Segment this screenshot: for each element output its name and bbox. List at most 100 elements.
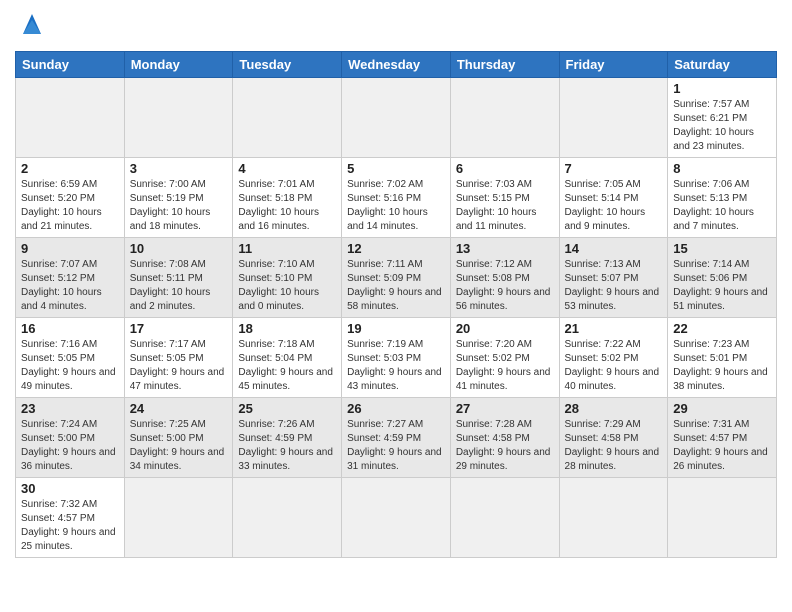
day-info: Sunrise: 7:10 AM Sunset: 5:10 PM Dayligh… [238,258,336,314]
day-info: Sunrise: 7:29 AM Sunset: 4:58 PM Dayligh… [565,418,663,474]
calendar-cell: 4 Sunrise: 7:01 AM Sunset: 5:18 PM Daylig… [233,158,342,238]
calendar-cell [233,478,342,558]
header-day: Sunday [16,52,125,78]
calendar-cell: 19Sunrise: 7:19 AM Sunset: 5:03 PM Dayli… [342,318,451,398]
day-info: Sunrise: 7:26 AM Sunset: 4:59 PM Dayligh… [238,418,336,474]
calendar-table: SundayMondayTuesdayWednesdayThursdayFrid… [15,51,777,558]
calendar-cell: 9 Sunrise: 7:07 AM Sunset: 5:12 PM Daylig… [16,238,125,318]
day-number: 3 [130,161,228,176]
day-info: Sunrise: 7:05 AM Sunset: 5:14 PM Dayligh… [565,178,663,234]
day-info: Sunrise: 7:31 AM Sunset: 4:57 PM Dayligh… [673,418,771,474]
day-info: Sunrise: 7:02 AM Sunset: 5:16 PM Dayligh… [347,178,445,234]
header-row: SundayMondayTuesdayWednesdayThursdayFrid… [16,52,777,78]
day-number: 23 [21,401,119,416]
calendar-cell [342,478,451,558]
calendar-cell: 7 Sunrise: 7:05 AM Sunset: 5:14 PM Daylig… [559,158,668,238]
day-info: Sunrise: 7:20 AM Sunset: 5:02 PM Dayligh… [456,338,554,394]
calendar-row: 2 Sunrise: 6:59 AM Sunset: 5:20 PM Daylig… [16,158,777,238]
calendar-cell [559,78,668,158]
day-number: 2 [21,161,119,176]
calendar-cell: 13 Sunrise: 7:12 AM Sunset: 5:08 PM Dayli… [450,238,559,318]
day-number: 6 [456,161,554,176]
day-info: Sunrise: 7:19 AM Sunset: 5:03 PM Dayligh… [347,338,445,394]
calendar-cell: 22Sunrise: 7:23 AM Sunset: 5:01 PM Dayli… [668,318,777,398]
day-info: Sunrise: 7:12 AM Sunset: 5:08 PM Dayligh… [456,258,554,314]
calendar-cell: 21Sunrise: 7:22 AM Sunset: 5:02 PM Dayli… [559,318,668,398]
day-number: 4 [238,161,336,176]
day-number: 29 [673,401,771,416]
day-info: Sunrise: 7:32 AM Sunset: 4:57 PM Dayligh… [21,498,119,554]
day-number: 30 [21,481,119,496]
day-info: Sunrise: 7:16 AM Sunset: 5:05 PM Dayligh… [21,338,119,394]
day-number: 14 [565,241,663,256]
day-info: Sunrise: 7:27 AM Sunset: 4:59 PM Dayligh… [347,418,445,474]
day-info: Sunrise: 7:00 AM Sunset: 5:19 PM Dayligh… [130,178,228,234]
header [15,10,777,43]
calendar-cell: 15Sunrise: 7:14 AM Sunset: 5:06 PM Dayli… [668,238,777,318]
calendar-cell: 1 Sunrise: 7:57 AM Sunset: 6:21 PM Daylig… [668,78,777,158]
day-number: 28 [565,401,663,416]
calendar-cell: 2 Sunrise: 6:59 AM Sunset: 5:20 PM Daylig… [16,158,125,238]
calendar-cell: 28 Sunrise: 7:29 AM Sunset: 4:58 PM Dayli… [559,398,668,478]
day-info: Sunrise: 7:08 AM Sunset: 5:11 PM Dayligh… [130,258,228,314]
header-day: Friday [559,52,668,78]
calendar-cell: 20 Sunrise: 7:20 AM Sunset: 5:02 PM Dayli… [450,318,559,398]
calendar-cell: 11 Sunrise: 7:10 AM Sunset: 5:10 PM Dayli… [233,238,342,318]
day-number: 26 [347,401,445,416]
day-number: 13 [456,241,554,256]
day-number: 1 [673,81,771,96]
calendar-cell: 25Sunrise: 7:26 AM Sunset: 4:59 PM Dayli… [233,398,342,478]
calendar-cell: 17Sunrise: 7:17 AM Sunset: 5:05 PM Dayli… [124,318,233,398]
calendar-cell: 8Sunrise: 7:06 AM Sunset: 5:13 PM Daylig… [668,158,777,238]
header-day: Tuesday [233,52,342,78]
day-info: Sunrise: 7:11 AM Sunset: 5:09 PM Dayligh… [347,258,445,314]
calendar-cell: 30 Sunrise: 7:32 AM Sunset: 4:57 PM Dayli… [16,478,125,558]
day-info: Sunrise: 7:07 AM Sunset: 5:12 PM Dayligh… [21,258,119,314]
calendar-cell: 24Sunrise: 7:25 AM Sunset: 5:00 PM Dayli… [124,398,233,478]
day-number: 18 [238,321,336,336]
calendar-cell [16,78,125,158]
calendar-cell [342,78,451,158]
header-day: Saturday [668,52,777,78]
calendar-cell [559,478,668,558]
calendar-cell: 23Sunrise: 7:24 AM Sunset: 5:00 PM Dayli… [16,398,125,478]
day-number: 5 [347,161,445,176]
header-day: Monday [124,52,233,78]
logo-icon [18,10,46,38]
calendar-cell [233,78,342,158]
day-number: 9 [21,241,119,256]
calendar-cell: 18 Sunrise: 7:18 AM Sunset: 5:04 PM Dayli… [233,318,342,398]
calendar-cell: 29 Sunrise: 7:31 AM Sunset: 4:57 PM Dayli… [668,398,777,478]
day-number: 15 [673,241,771,256]
day-info: Sunrise: 7:06 AM Sunset: 5:13 PM Dayligh… [673,178,771,234]
calendar-cell: 16Sunrise: 7:16 AM Sunset: 5:05 PM Dayli… [16,318,125,398]
calendar-cell [450,478,559,558]
calendar-cell [668,478,777,558]
calendar-cell: 26 Sunrise: 7:27 AM Sunset: 4:59 PM Dayli… [342,398,451,478]
day-number: 10 [130,241,228,256]
calendar-cell: 6Sunrise: 7:03 AM Sunset: 5:15 PM Daylig… [450,158,559,238]
calendar-cell: 12 Sunrise: 7:11 AM Sunset: 5:09 PM Dayli… [342,238,451,318]
calendar-cell: 14Sunrise: 7:13 AM Sunset: 5:07 PM Dayli… [559,238,668,318]
day-info: Sunrise: 6:59 AM Sunset: 5:20 PM Dayligh… [21,178,119,234]
calendar-row: 16Sunrise: 7:16 AM Sunset: 5:05 PM Dayli… [16,318,777,398]
day-info: Sunrise: 7:28 AM Sunset: 4:58 PM Dayligh… [456,418,554,474]
day-number: 7 [565,161,663,176]
calendar-cell [450,78,559,158]
day-info: Sunrise: 7:57 AM Sunset: 6:21 PM Dayligh… [673,98,771,154]
day-info: Sunrise: 7:18 AM Sunset: 5:04 PM Dayligh… [238,338,336,394]
calendar-cell: 5 Sunrise: 7:02 AM Sunset: 5:16 PM Daylig… [342,158,451,238]
day-number: 17 [130,321,228,336]
day-number: 11 [238,241,336,256]
logo-area [15,10,46,43]
day-info: Sunrise: 7:25 AM Sunset: 5:00 PM Dayligh… [130,418,228,474]
calendar-cell: 27Sunrise: 7:28 AM Sunset: 4:58 PM Dayli… [450,398,559,478]
calendar-row: 1 Sunrise: 7:57 AM Sunset: 6:21 PM Daylig… [16,78,777,158]
day-number: 12 [347,241,445,256]
calendar-cell [124,78,233,158]
calendar-cell [124,478,233,558]
calendar-row: 23Sunrise: 7:24 AM Sunset: 5:00 PM Dayli… [16,398,777,478]
calendar-row: 30 Sunrise: 7:32 AM Sunset: 4:57 PM Dayli… [16,478,777,558]
day-number: 20 [456,321,554,336]
day-info: Sunrise: 7:01 AM Sunset: 5:18 PM Dayligh… [238,178,336,234]
